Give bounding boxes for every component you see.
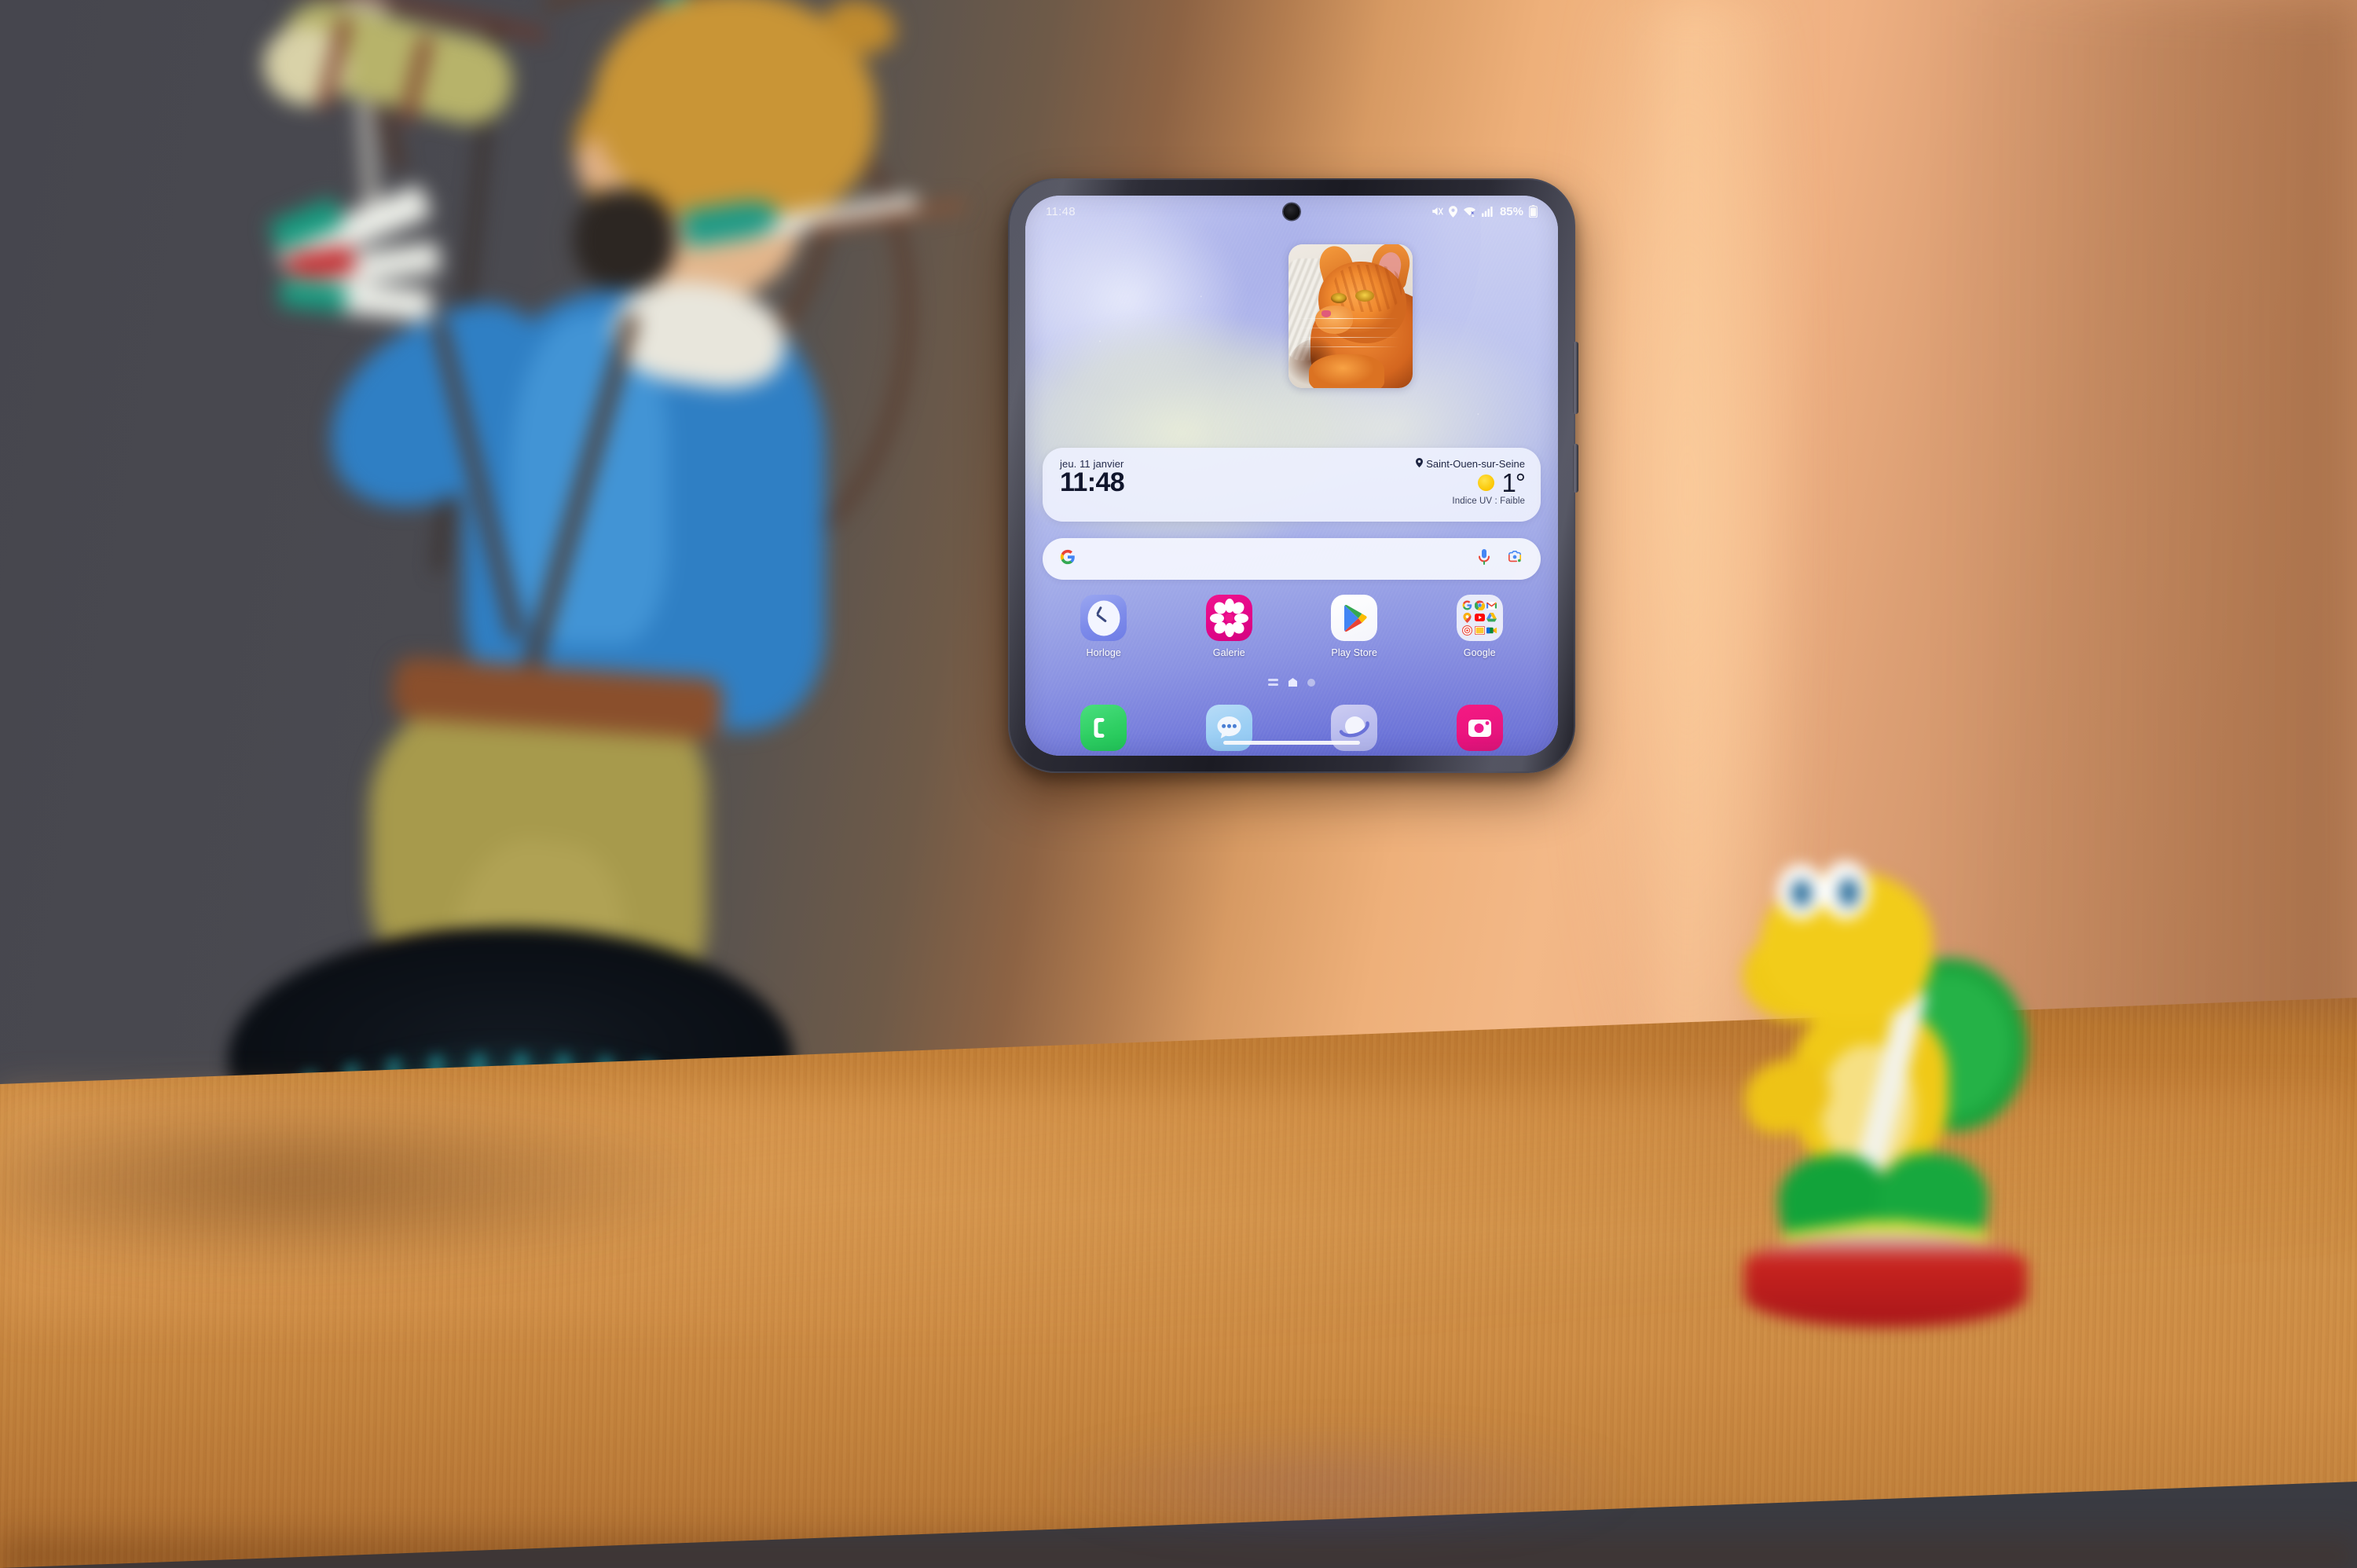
location-icon — [1448, 205, 1457, 218]
meet-mini-icon — [1486, 625, 1497, 636]
app-play-store[interactable]: Play Store — [1310, 595, 1398, 658]
google-search-bar[interactable] — [1043, 538, 1541, 580]
apps-page-icon[interactable] — [1268, 679, 1278, 686]
app-galerie[interactable]: Galerie — [1185, 595, 1273, 658]
app-label-galerie: Galerie — [1212, 647, 1245, 658]
home-page-icon[interactable] — [1288, 678, 1297, 687]
clock-app-icon[interactable] — [1080, 595, 1127, 641]
chrome-mini-icon — [1474, 600, 1485, 611]
pin-icon — [1416, 458, 1424, 470]
power-button[interactable] — [1573, 444, 1578, 493]
widget-clock-time: 11:48 — [1060, 467, 1125, 497]
battery-percentage: 85% — [1499, 204, 1523, 218]
phone-screen[interactable]: 11:48 85% jeu. 11 janvier Saint-Ouen-sur… — [1025, 196, 1558, 756]
youtube-mini-icon — [1474, 613, 1485, 624]
microphone-icon[interactable] — [1478, 548, 1490, 570]
clock-weather-widget[interactable]: jeu. 11 janvier Saint-Ouen-sur-Seine 11:… — [1043, 448, 1541, 522]
widgets-page-dot[interactable] — [1307, 678, 1315, 687]
gmail-mini-icon — [1486, 600, 1497, 611]
home-app-row: Horloge Galerie Play Store Google — [1041, 595, 1542, 658]
widget-weather[interactable]: 1° — [1478, 468, 1526, 498]
app-label-horloge: Horloge — [1086, 647, 1121, 658]
wifi-icon — [1463, 206, 1476, 217]
app-label-google: Google — [1463, 647, 1496, 658]
desk-shadow — [0, 1100, 864, 1304]
desk-front-edge — [0, 1516, 2357, 1568]
koopa-figurine — [1728, 856, 2058, 1328]
mute-icon — [1431, 206, 1443, 217]
app-label-play-store: Play Store — [1331, 647, 1378, 658]
google-search-mini-icon — [1462, 600, 1473, 611]
widget-temperature: 1° — [1501, 468, 1526, 498]
gesture-navigation-bar[interactable] — [1223, 741, 1360, 745]
google-lens-icon[interactable] — [1508, 550, 1522, 568]
gallery-app-icon[interactable] — [1205, 595, 1252, 641]
app-horloge[interactable]: Horloge — [1060, 595, 1148, 658]
cat-photo — [1288, 244, 1413, 388]
google-tv-mini-icon — [1474, 625, 1485, 636]
search-input[interactable] — [1076, 552, 1478, 566]
app-google-folder[interactable]: Google — [1435, 595, 1523, 658]
battery-icon — [1529, 205, 1538, 218]
volume-button[interactable] — [1573, 342, 1578, 414]
play-store-app-icon[interactable] — [1331, 595, 1378, 641]
phone-dock-icon[interactable] — [1080, 705, 1127, 751]
photo-widget[interactable] — [1288, 244, 1413, 388]
drive-mini-icon — [1486, 613, 1497, 624]
status-bar-icons: 85% — [1431, 205, 1538, 218]
smartphone: 11:48 85% jeu. 11 janvier Saint-Ouen-sur… — [1008, 178, 1578, 773]
camera-dock-icon[interactable] — [1456, 705, 1503, 751]
google-folder-icon[interactable] — [1456, 595, 1503, 641]
signal-icon — [1482, 206, 1494, 217]
status-bar-clock: 11:48 — [1046, 204, 1076, 218]
photos-mini-icon — [1462, 625, 1473, 636]
widget-uv-index: Indice UV : Faible — [1452, 496, 1525, 506]
google-g-icon — [1060, 549, 1076, 569]
sun-icon — [1478, 474, 1495, 492]
front-camera-punch-hole — [1283, 203, 1300, 220]
maps-mini-icon — [1462, 612, 1473, 624]
scene-background: 11:48 85% jeu. 11 janvier Saint-Ouen-sur… — [0, 0, 2357, 1568]
page-indicator[interactable] — [1025, 678, 1558, 687]
